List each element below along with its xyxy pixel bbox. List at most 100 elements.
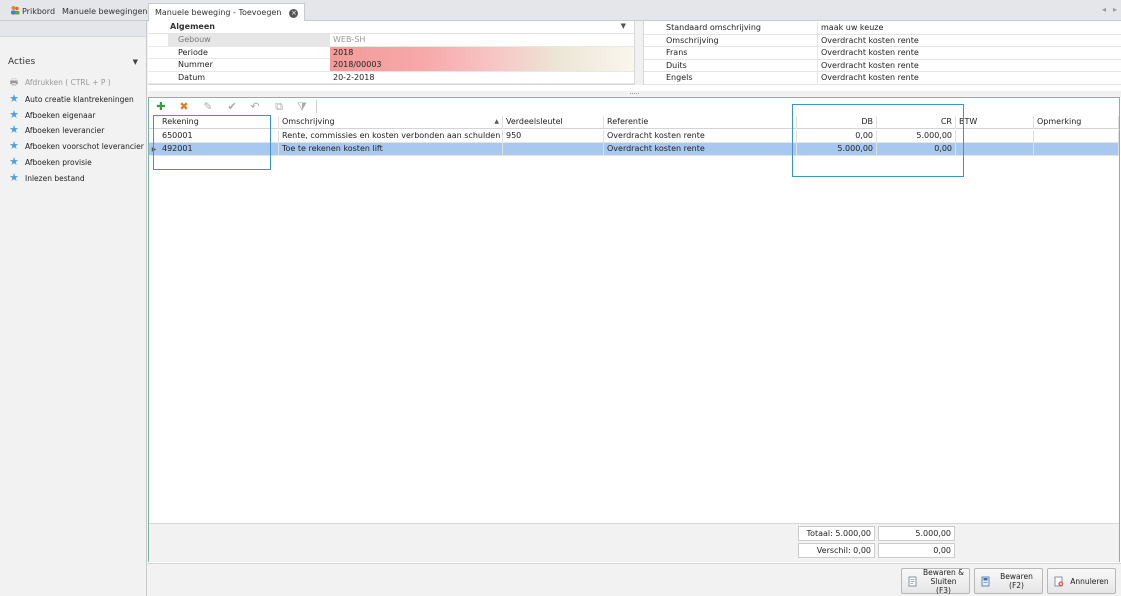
confirm-row-button[interactable]: ✔: [225, 100, 239, 113]
cell-db[interactable]: 5.000,00: [797, 143, 877, 156]
field-engels[interactable]: Overdracht kosten rente: [818, 72, 1121, 84]
totaal-db: Totaal: 5.000,00: [798, 526, 875, 541]
main-area: Algemeen ▼ Gebouw WEB-SH Periode 2018 Nu…: [148, 21, 1121, 596]
tab-manuele-bewegingen[interactable]: Manuele bewegingen: [56, 3, 153, 21]
chevron-left-icon[interactable]: ◂: [1102, 5, 1106, 14]
column-header-rekening[interactable]: Rekening: [159, 116, 279, 129]
undo-button[interactable]: ↶: [248, 100, 262, 113]
chevron-down-icon[interactable]: ▼: [621, 22, 626, 30]
cell-cr[interactable]: 5.000,00: [877, 129, 956, 143]
add-row-button[interactable]: ✚: [154, 100, 168, 113]
cell-btw[interactable]: [956, 143, 1034, 156]
cell-btw[interactable]: [956, 129, 1034, 143]
table-row[interactable]: 650001 Rente, commissies en kosten verbo…: [149, 129, 1119, 143]
column-header-cr[interactable]: CR: [877, 116, 956, 129]
cell-omschrijving[interactable]: Toe te rekenen kosten lift: [279, 143, 503, 156]
row-indicator-icon: ▶: [151, 146, 157, 153]
field-datum[interactable]: 20-2-2018: [330, 72, 634, 84]
field-label-nummer: Nummer: [178, 60, 213, 69]
action-afboeken-voorschot-leverancier[interactable]: ★ Afboeken voorschot leverancier: [8, 138, 144, 154]
star-icon: ★: [9, 91, 19, 105]
form-algemeen: Algemeen ▼ Gebouw WEB-SH Periode 2018 Nu…: [148, 21, 634, 85]
table-row-selected[interactable]: ▶ 492001 Toe te rekenen kosten lift Over…: [149, 143, 1119, 156]
verschil-cr: 0,00: [878, 543, 955, 558]
field-row-duits: Duits Overdracht kosten rente: [644, 59, 1121, 72]
tab-manuele-beweging-toevoegen[interactable]: Manuele beweging - Toevoegen ×: [148, 3, 306, 21]
chevron-right-icon[interactable]: ▸: [1113, 5, 1117, 14]
field-row-periode: Periode 2018: [148, 46, 634, 59]
action-afboeken-eigenaar[interactable]: ★ Afboeken eigenaar: [8, 107, 143, 123]
column-header-referentie[interactable]: Referentie: [604, 116, 797, 129]
field-label-engels: Engels: [644, 72, 818, 84]
action-label: Inlezen bestand: [25, 173, 85, 183]
column-header-btw[interactable]: BTW: [956, 116, 1034, 129]
column-header-label: Omschrijving: [282, 117, 335, 126]
left-panel-header: [0, 21, 146, 37]
grid-header-row: Rekening Omschrijving ▲ Verdeelsleutel Re…: [149, 116, 1119, 129]
people-icon: [11, 6, 20, 15]
chevron-down-icon[interactable]: ▼: [133, 58, 138, 66]
action-label: Afdrukken ( CTRL + P ): [25, 78, 111, 87]
field-omschrijving[interactable]: Overdracht kosten rente: [818, 35, 1121, 47]
tab-prikbord[interactable]: Prikbord: [4, 3, 61, 21]
field-gebouw: WEB-SH: [333, 35, 366, 44]
cell-rekening[interactable]: 492001: [159, 143, 279, 156]
cell-omschrijving[interactable]: Rente, commissies en kosten verbonden aa…: [279, 129, 503, 143]
action-label: Afboeken eigenaar: [25, 110, 96, 120]
action-afboeken-provisie[interactable]: ★ Afboeken provisie: [8, 154, 143, 170]
star-icon: ★: [9, 139, 19, 153]
cell-referentie[interactable]: Overdracht kosten rente: [604, 129, 797, 143]
grid-toolbar: ✚ ✖ ✎ ✔ ↶ ⧉ ⧩: [149, 98, 1119, 115]
edit-row-button[interactable]: ✎: [201, 100, 215, 113]
cell-verdeelsleutel[interactable]: [503, 143, 604, 156]
field-nummer[interactable]: 2018/00003: [330, 59, 634, 71]
column-header-verdeelsleutel[interactable]: Verdeelsleutel: [503, 116, 604, 129]
star-icon: ★: [9, 170, 19, 184]
form-omschrijving: Standaard omschrijving maak uw keuze Oms…: [644, 21, 1121, 85]
cell-rekening[interactable]: 650001: [159, 129, 279, 143]
totaal-cr: 5.000,00: [878, 526, 955, 541]
action-inlezen-bestand[interactable]: ★ Inlezen bestand: [8, 170, 143, 186]
splitter-grip[interactable]: [630, 93, 639, 95]
cell-opmerking[interactable]: [1034, 129, 1119, 143]
column-header-db[interactable]: DB: [797, 116, 877, 129]
save-icon: [981, 576, 990, 587]
column-header-omschrijving[interactable]: Omschrijving ▲: [279, 116, 503, 129]
group-header-algemeen[interactable]: Algemeen ▼: [148, 21, 634, 34]
booking-grid-panel: ✚ ✖ ✎ ✔ ↶ ⧉ ⧩ Rekening Omschrijving ▲ Ver…: [148, 97, 1120, 562]
field-standaard-omschrijving[interactable]: maak uw keuze: [818, 22, 1121, 34]
action-auto-creatie-klantrekeningen[interactable]: ★ Auto creatie klantrekeningen: [8, 91, 143, 107]
group-title: Algemeen: [170, 22, 215, 31]
cell-referentie[interactable]: Overdracht kosten rente: [604, 143, 797, 156]
cell-cr[interactable]: 0,00: [877, 143, 956, 156]
field-label-periode: Periode: [178, 47, 208, 57]
action-afboeken-leverancier[interactable]: ★ Afboeken leverancier: [8, 122, 143, 138]
button-label: Bewaren & Sluiten (F3): [922, 567, 964, 595]
acties-header[interactable]: Acties ▼: [8, 57, 138, 69]
save-close-button[interactable]: Bewaren & Sluiten (F3): [901, 567, 970, 595]
close-icon[interactable]: ×: [289, 9, 299, 18]
cell-opmerking[interactable]: [1034, 143, 1119, 156]
action-afdrukken[interactable]: 🖶 Afdrukken ( CTRL + P ): [8, 75, 143, 91]
copy-row-button[interactable]: ⧉: [272, 100, 286, 113]
cancel-icon: [1054, 576, 1064, 587]
field-duits[interactable]: Overdracht kosten rente: [818, 60, 1121, 72]
field-row-standaard-omschrijving: Standaard omschrijving maak uw keuze: [644, 22, 1121, 35]
field-periode[interactable]: 2018: [330, 46, 634, 59]
tab-label: Manuele beweging - Toevoegen: [155, 8, 282, 17]
field-row-omschrijving: Omschrijving Overdracht kosten rente: [644, 34, 1121, 47]
cell-verdeelsleutel[interactable]: 950: [503, 129, 604, 143]
field-frans[interactable]: Overdracht kosten rente: [818, 47, 1121, 59]
column-header-opmerking[interactable]: Opmerking: [1034, 116, 1119, 129]
action-label: Afboeken leverancier: [25, 126, 105, 136]
cancel-button[interactable]: Annuleren: [1047, 568, 1116, 594]
cell-db[interactable]: 0,00: [797, 129, 877, 143]
tab-label: Prikbord: [22, 7, 56, 16]
star-icon: ★: [9, 107, 19, 121]
field-label-frans: Frans: [644, 47, 818, 59]
button-bar: Bewaren & Sluiten (F3) Bewaren (F2) Annu…: [148, 563, 1121, 596]
save-button[interactable]: Bewaren (F2): [974, 568, 1043, 594]
filter-button[interactable]: ⧩: [295, 100, 309, 113]
button-label: Annuleren: [1070, 576, 1109, 586]
delete-row-button[interactable]: ✖: [177, 100, 191, 113]
